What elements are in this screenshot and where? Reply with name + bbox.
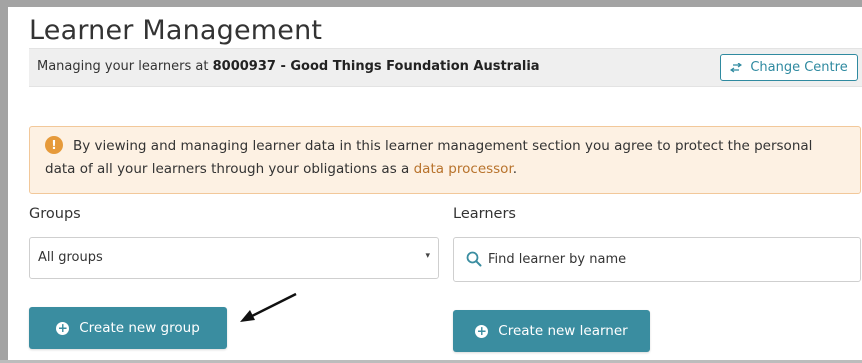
- data-protection-notice: ! By viewing and managing learner data i…: [29, 126, 861, 194]
- swap-arrows-icon: [730, 62, 743, 72]
- learner-search-box[interactable]: [453, 237, 861, 282]
- annotation-arrow-icon: [240, 292, 297, 322]
- centre-info: Managing your learners at 8000937 - Good…: [37, 59, 540, 74]
- change-centre-label: Change Centre: [750, 60, 848, 75]
- change-centre-button[interactable]: Change Centre: [720, 54, 858, 81]
- groups-select-value: All groups: [38, 250, 103, 265]
- create-new-learner-button[interactable]: + Create new learner: [453, 310, 650, 352]
- data-processor-link[interactable]: data processor: [414, 161, 513, 177]
- notice-suffix: .: [512, 161, 518, 177]
- create-new-group-label: Create new group: [79, 320, 200, 336]
- search-icon: [466, 251, 482, 267]
- learner-search-input[interactable]: [488, 248, 848, 270]
- plus-circle-icon: +: [56, 320, 70, 335]
- centre-prefix: Managing your learners at: [37, 59, 209, 74]
- notice-text-block: By viewing and managing learner data in …: [45, 135, 845, 181]
- centre-name: 8000937 - Good Things Foundation Austral…: [212, 59, 540, 74]
- dropdown-caret-icon: ▾: [425, 251, 430, 261]
- page-title: Learner Management: [29, 15, 323, 46]
- groups-label: Groups: [29, 206, 81, 222]
- learners-label: Learners: [453, 206, 516, 222]
- window-frame-top: [0, 0, 862, 7]
- create-new-group-button[interactable]: + Create new group: [29, 307, 227, 349]
- plus-circle-icon: +: [475, 323, 489, 338]
- window-frame-left: [0, 0, 8, 363]
- centre-bar: Managing your learners at 8000937 - Good…: [29, 48, 862, 87]
- groups-select[interactable]: All groups ▾: [29, 237, 439, 279]
- create-new-learner-label: Create new learner: [498, 323, 628, 339]
